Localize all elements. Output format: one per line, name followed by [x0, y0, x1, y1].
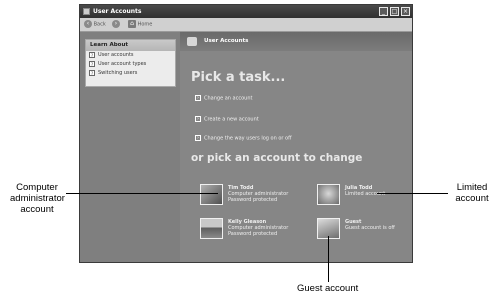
account-type: Limited account: [345, 191, 386, 197]
minimize-button[interactable]: _: [379, 7, 388, 16]
callout-limited-account: Limited account: [455, 182, 489, 204]
users-icon: [187, 37, 197, 46]
home-icon: ⌂: [128, 20, 136, 28]
content-header-title: User Accounts: [204, 38, 249, 44]
callout-line-guest: [328, 236, 329, 282]
forward-arrow-icon: ›: [112, 20, 120, 28]
callout-guest-account: Guest account: [297, 283, 359, 294]
help-icon: ?: [89, 60, 95, 67]
account-status: Guest account is off: [345, 225, 395, 231]
learn-about-header: Learn About: [86, 40, 175, 51]
learn-item-user-account-types[interactable]: ? User account types: [86, 60, 175, 69]
learn-about-panel: Learn About ? User accounts ? User account…: [85, 39, 176, 87]
callout-line-limited: [377, 193, 448, 194]
back-button[interactable]: ‹ Back: [84, 20, 106, 29]
account-status: Password protected: [228, 231, 278, 237]
learn-item-switching-users[interactable]: ? Switching users: [86, 69, 175, 78]
callout-line-admin: [66, 193, 218, 194]
forward-button[interactable]: ›: [112, 20, 120, 29]
landscape-avatar-icon: [200, 218, 223, 239]
learn-item-user-accounts[interactable]: ? User accounts: [86, 51, 175, 60]
home-label: Home: [137, 21, 153, 28]
arrow-right-icon: ›: [195, 95, 201, 101]
help-icon: ?: [89, 69, 95, 76]
guitar-avatar-icon: [200, 184, 223, 205]
user-accounts-icon: [83, 8, 90, 15]
task-create-account[interactable]: › Create a new account: [195, 116, 259, 123]
home-button[interactable]: ⌂ Home: [128, 20, 152, 29]
maximize-button[interactable]: □: [390, 7, 399, 16]
back-label: Back: [93, 21, 106, 28]
pick-account-heading: or pick an account to change: [191, 152, 363, 164]
sidebar: Learn About ? User accounts ? User account…: [80, 32, 180, 262]
pick-task-heading: Pick a task...: [191, 70, 286, 85]
callout-admin-account: Computer administrator account: [10, 182, 65, 215]
flower-avatar-icon: [317, 184, 340, 205]
arrow-right-icon: ›: [195, 135, 201, 141]
close-button[interactable]: ×: [401, 7, 410, 16]
help-icon: ?: [89, 51, 95, 58]
user-accounts-window: User Accounts _ □ × ‹ Back › ⌂ Home Lear…: [79, 4, 413, 263]
title-bar: User Accounts _ □ ×: [80, 5, 412, 18]
window-title: User Accounts: [93, 8, 142, 15]
task-change-logon[interactable]: › Change the way users log on or off: [195, 135, 292, 142]
content-header: User Accounts: [180, 32, 412, 51]
toolbar: ‹ Back › ⌂ Home: [80, 18, 412, 32]
arrow-right-icon: ›: [195, 116, 201, 122]
account-status: Password protected: [228, 197, 278, 203]
back-arrow-icon: ‹: [84, 20, 92, 28]
main-content: User Accounts Pick a task... › Change an …: [180, 32, 412, 262]
task-change-account[interactable]: › Change an account: [195, 95, 252, 102]
